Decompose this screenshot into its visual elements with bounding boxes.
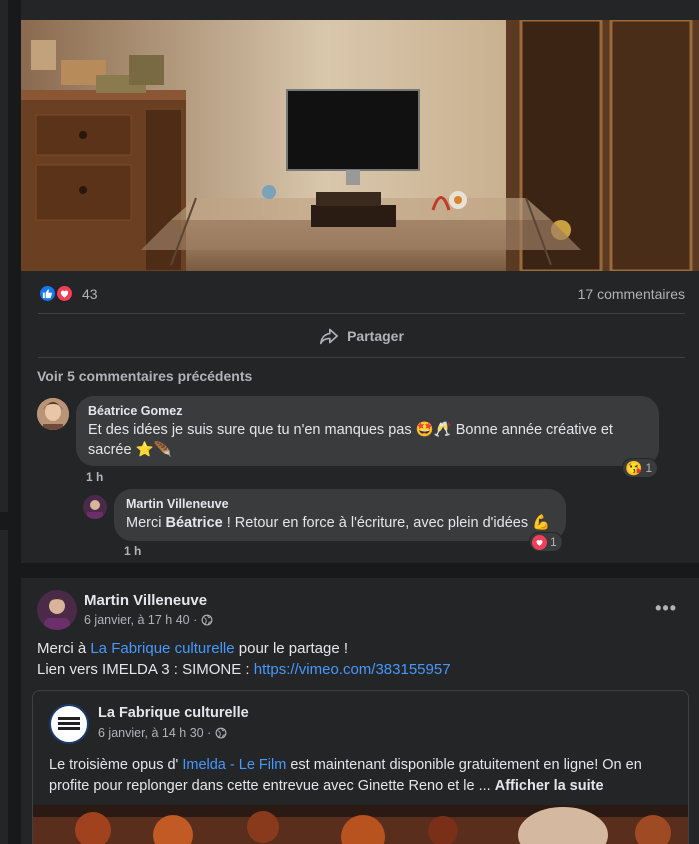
see-more-link[interactable]: Afficher la suite: [495, 778, 604, 794]
shared-page-name[interactable]: La Fabrique culturelle: [98, 705, 249, 721]
shared-meta: 6 janvier, à 14 h 30 ·: [98, 726, 227, 740]
share-label: Partager: [347, 328, 404, 344]
shared-timestamp[interactable]: 6 janvier, à 14 h 30 ·: [98, 726, 211, 740]
post-card-1: 43 17 commentaires Partager Voir 5 comme…: [21, 0, 699, 563]
comment-bubble: Béatrice Gomez Et des idées je suis sure…: [76, 396, 659, 466]
post-text: Merci à La Fabrique culturelle pour le p…: [37, 638, 451, 680]
reply-text-part: ! Retour en force à l'écriture, avec ple…: [222, 515, 551, 531]
film-link[interactable]: Imelda - Le Film: [182, 757, 286, 773]
divider: [38, 313, 685, 314]
comment-reactions[interactable]: 😘 1: [622, 458, 659, 478]
reply-text: Merci Béatrice ! Retour en force à l'écr…: [126, 513, 554, 533]
comment-text: Et des idées je suis sure que tu n'en ma…: [88, 420, 647, 460]
post-timestamp[interactable]: 6 janvier, à 17 h 40 ·: [84, 613, 197, 627]
reactions-count[interactable]: 43: [82, 286, 98, 302]
post-author[interactable]: Martin Villeneuve: [84, 592, 207, 609]
love-reaction-icon: [532, 534, 547, 550]
avatar[interactable]: [83, 495, 107, 519]
post-card-2: Martin Villeneuve 6 janvier, à 17 h 40 ·…: [21, 578, 699, 844]
share-button[interactable]: Partager: [38, 319, 685, 353]
room-photo-illustration: [21, 20, 699, 271]
reply-bubble: Martin Villeneuve Merci Béatrice ! Retou…: [114, 489, 566, 541]
share-icon: [320, 328, 339, 345]
post-text-part: Merci à: [37, 640, 91, 657]
post-photo[interactable]: [21, 20, 699, 271]
left-rail-panel-lower: [0, 530, 8, 844]
reactions-bar: 43 17 commentaires: [38, 282, 685, 306]
shared-text: Le troisième opus d' Imelda - Le Film es…: [49, 755, 674, 797]
post-text-part: Lien vers IMELDA 3 : SIMONE :: [37, 661, 254, 678]
more-icon: •••: [655, 598, 677, 618]
page-mention-link[interactable]: La Fabrique culturelle: [90, 640, 234, 657]
post-meta: 6 janvier, à 17 h 40 ·: [84, 613, 213, 627]
reply-reaction-count: 1: [550, 535, 557, 549]
reaction-icons[interactable]: [38, 284, 78, 304]
shared-text-part: Le troisième opus d': [49, 757, 183, 773]
divider: [38, 357, 685, 358]
comment-text-line: Et des idées je suis sure que tu n'en ma…: [88, 422, 613, 438]
page-logo-graphic: [58, 717, 80, 730]
shared-image-illustration: [33, 805, 688, 844]
left-rail-panel: [0, 0, 8, 512]
author-avatar[interactable]: [37, 590, 77, 630]
haha-reaction-icon: 😘: [625, 459, 643, 476]
shared-post[interactable]: La Fabrique culturelle 6 janvier, à 14 h…: [32, 690, 689, 844]
mention-link[interactable]: Béatrice: [165, 515, 222, 531]
love-icon: [55, 284, 74, 303]
comment-time[interactable]: 1 h: [86, 470, 103, 484]
comment-reaction-count: 1: [645, 461, 653, 475]
shared-image[interactable]: [33, 805, 688, 844]
post-text-part: pour le partage !: [234, 640, 349, 657]
globe-icon: [201, 614, 213, 626]
reply-author[interactable]: Martin Villeneuve: [126, 497, 554, 511]
vimeo-link[interactable]: https://vimeo.com/383155957: [254, 661, 451, 678]
reply-time[interactable]: 1 h: [124, 544, 141, 558]
avatar[interactable]: [37, 398, 69, 430]
view-previous-comments-link[interactable]: Voir 5 commentaires précédents: [37, 368, 252, 384]
comment-text-line: sacrée ⭐🪶: [88, 442, 172, 458]
globe-icon: [215, 727, 227, 739]
reply-reactions[interactable]: 1: [529, 532, 563, 552]
page-logo[interactable]: [49, 704, 89, 744]
more-options-button[interactable]: •••: [655, 598, 677, 619]
comments-count-link[interactable]: 17 commentaires: [578, 286, 685, 302]
reply-text-part: Merci: [126, 515, 166, 531]
comment-author[interactable]: Béatrice Gomez: [88, 404, 647, 418]
